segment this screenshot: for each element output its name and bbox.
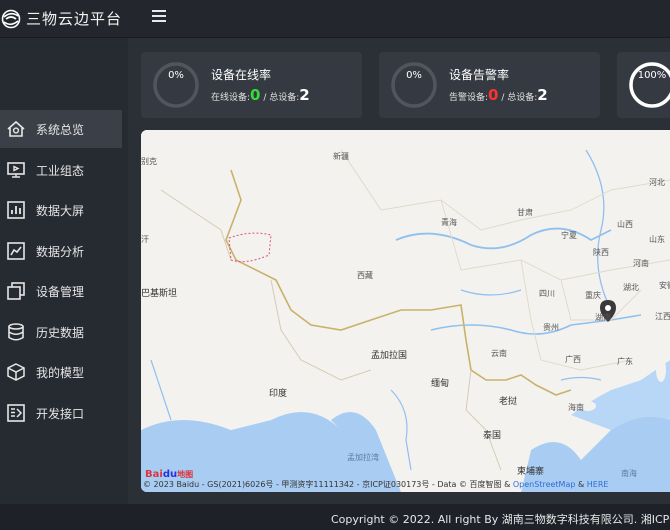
map-label: 湖北: [623, 283, 639, 292]
device-icon: [7, 282, 25, 300]
openstreetmap-link[interactable]: OpenStreetMap: [513, 480, 576, 489]
map-label: 陕西: [593, 248, 609, 257]
map-label: 缅甸: [431, 379, 450, 389]
total-devices-count: 2: [299, 86, 310, 104]
map-label: 汗: [141, 235, 149, 244]
sidebar-nav: 系统总览 工业组态 数据大屏 数据分析 设备管理 历史数据 我的模型 开发接口: [0, 110, 128, 434]
sidebar: 系统总览 工业组态 数据大屏 数据分析 设备管理 历史数据 我的模型 开发接口: [0, 38, 128, 504]
map-label: 山东: [649, 235, 665, 244]
sidebar-item-label: 数据大屏: [36, 204, 85, 218]
sidebar-item-label: 我的模型: [36, 366, 85, 380]
online-rate-value: 0%: [168, 70, 184, 81]
map-label: 海南: [568, 403, 584, 412]
map-attribution-sep: &: [575, 480, 587, 489]
map-label: 重庆: [585, 291, 601, 300]
cube-icon: [7, 363, 25, 381]
map-label: 安徽: [659, 281, 670, 290]
map-label: 印度: [269, 389, 288, 399]
alarm-devices-label: 告警设备:: [449, 93, 489, 103]
sidebar-item-label: 数据分析: [36, 244, 85, 259]
sidebar-item-dashboard[interactable]: 数据大屏: [0, 191, 128, 229]
alarm-rate-value: 0%: [406, 70, 422, 81]
map-label: 江西: [655, 312, 670, 321]
top-bar: 三物云边平台: [0, 0, 670, 38]
map-label: 泰国: [483, 431, 502, 441]
map-label: 新疆: [333, 152, 349, 161]
map-label: 河北: [649, 178, 665, 187]
total-devices-label: 总设备:: [507, 93, 538, 103]
api-icon: [7, 403, 25, 422]
third-rate-value: 100%: [637, 70, 667, 81]
third-rate-gauge: [629, 62, 670, 108]
map-label: 孟加拉国: [371, 351, 408, 361]
sidebar-item-models[interactable]: 我的模型: [0, 353, 128, 391]
map-label: 孟加拉湾: [347, 453, 379, 462]
sidebar-item-api[interactable]: 开发接口: [0, 394, 128, 432]
footer-copyright: Copyright © 2022. All right By 湖南三物数字科技有…: [331, 513, 670, 526]
map-label: 青海: [441, 218, 457, 227]
map-label: 甘肃: [517, 208, 533, 217]
alarm-rate-card: 0% 设备告警率 告警设备:0 / 总设备:2: [379, 52, 600, 118]
separator: /: [260, 93, 270, 103]
map-label: 柬埔寨: [517, 467, 545, 477]
map-label: 广西: [565, 355, 581, 364]
online-devices-label: 在线设备:: [211, 93, 251, 103]
map-label: 云南: [491, 349, 507, 358]
sidebar-item-overview[interactable]: 系统总览: [0, 110, 122, 148]
total-devices-count: 2: [537, 86, 548, 104]
alarm-devices-count: 0: [488, 86, 499, 104]
sidebar-item-label: 设备管理: [36, 285, 85, 299]
third-rate-card: 100%: [617, 52, 670, 118]
map-label: 贵州: [543, 323, 559, 332]
map-label: 巴基斯坦: [141, 289, 178, 299]
sidebar-item-industrial[interactable]: 工业组态: [0, 151, 128, 189]
map-attribution-text: © 2023 Baidu - GS(2021)6026号 - 甲测资字11111…: [143, 480, 513, 489]
map-label: 老挝: [499, 397, 518, 407]
alarm-rate-detail: 告警设备:0 / 总设备:2: [449, 86, 548, 104]
device-map[interactable]: 新疆 别克 汗 青海 甘肃 宁夏 山西 河北 山东 河南 陕西 湖北 安徽 四川…: [141, 130, 670, 492]
monitor-icon: [7, 161, 25, 178]
map-label: 西藏: [357, 271, 373, 280]
map-label: 山西: [617, 220, 633, 229]
separator: /: [498, 93, 508, 103]
map-label: 宁夏: [561, 231, 577, 240]
online-devices-count: 0: [250, 86, 261, 104]
home-icon: [7, 120, 25, 137]
sidebar-item-label: 工业组态: [36, 163, 85, 178]
map-label: 四川: [539, 289, 555, 298]
online-rate-detail: 在线设备:0 / 总设备:2: [211, 86, 310, 104]
sidebar-item-label: 系统总览: [36, 123, 85, 137]
line-chart-icon: [7, 241, 25, 260]
online-rate-card: 0% 设备在线率 在线设备:0 / 总设备:2: [141, 52, 362, 118]
bar-chart-icon: [7, 201, 25, 219]
online-rate-gauge: [153, 62, 199, 108]
map-label: 河南: [633, 259, 649, 268]
app-logo-icon: [1, 9, 21, 29]
map-attribution: © 2023 Baidu - GS(2021)6026号 - 甲测资字11111…: [143, 479, 608, 490]
total-devices-label: 总设备:: [269, 93, 300, 103]
menu-toggle-icon[interactable]: [152, 10, 166, 24]
footer: Copyright © 2022. All right By 湖南三物数字科技有…: [128, 504, 670, 530]
sidebar-item-label: 历史数据: [36, 325, 85, 340]
online-rate-title: 设备在线率: [211, 68, 272, 82]
sidebar-item-history[interactable]: 历史数据: [0, 313, 128, 351]
map-label: 湖南: [595, 313, 611, 322]
map-label: 别克: [141, 157, 157, 166]
map-label: 南海: [621, 469, 637, 478]
sidebar-item-analysis[interactable]: 数据分析: [0, 232, 128, 270]
sidebar-item-devices[interactable]: 设备管理: [0, 272, 128, 310]
database-icon: [8, 322, 24, 341]
alarm-rate-gauge: [391, 62, 437, 108]
map-canvas: [141, 130, 670, 492]
app-title: 三物云边平台: [26, 10, 123, 28]
alarm-rate-title: 设备告警率: [449, 68, 510, 82]
here-link[interactable]: HERE: [587, 480, 609, 489]
map-label: 广东: [617, 357, 633, 366]
sidebar-item-label: 开发接口: [36, 406, 85, 421]
